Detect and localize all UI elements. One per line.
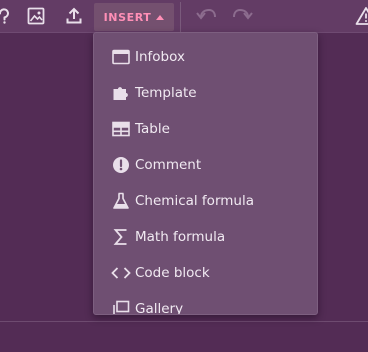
flask-icon [111,191,131,211]
menu-item-table[interactable]: Table [94,111,317,147]
status-divider [0,321,368,322]
editor-toolbar: INSERT [0,0,368,33]
redo-icon[interactable] [231,4,255,28]
insert-menu-button[interactable]: INSERT [94,3,174,31]
menu-item-chemical-formula[interactable]: Chemical formula [94,183,317,219]
menu-item-infobox[interactable]: Infobox [94,39,317,75]
menu-item-label: Infobox [135,49,185,65]
sigma-icon [111,227,131,247]
menu-item-label: Gallery [135,301,184,315]
menu-item-label: Table [135,121,170,137]
menu-item-code-block[interactable]: Code block [94,255,317,291]
puzzle-icon [111,83,131,103]
menu-item-math-formula[interactable]: Math formula [94,219,317,255]
code-icon [111,263,131,283]
menu-item-gallery[interactable]: Gallery [94,291,317,315]
insert-menu-label: INSERT [103,10,152,24]
toolbar-separator [180,2,181,32]
menu-item-label: Chemical formula [135,193,254,209]
menu-item-label: Code block [135,265,210,281]
menu-item-label: Math formula [135,229,226,245]
menu-item-label: Template [135,85,197,101]
warning-icon[interactable] [354,4,368,28]
insert-dropdown-menu: Infobox Template Table Comment Chemical … [93,32,318,315]
caret-up-icon [156,14,165,20]
menu-item-label: Comment [135,157,202,173]
help-icon[interactable] [0,4,16,28]
upload-icon[interactable] [62,4,86,28]
menu-item-comment[interactable]: Comment [94,147,317,183]
comment-icon [111,155,131,175]
image-icon[interactable] [24,4,48,28]
gallery-icon [111,299,131,314]
table-icon [111,119,131,139]
infobox-icon [111,47,131,67]
menu-item-template[interactable]: Template [94,75,317,111]
undo-icon[interactable] [194,4,218,28]
